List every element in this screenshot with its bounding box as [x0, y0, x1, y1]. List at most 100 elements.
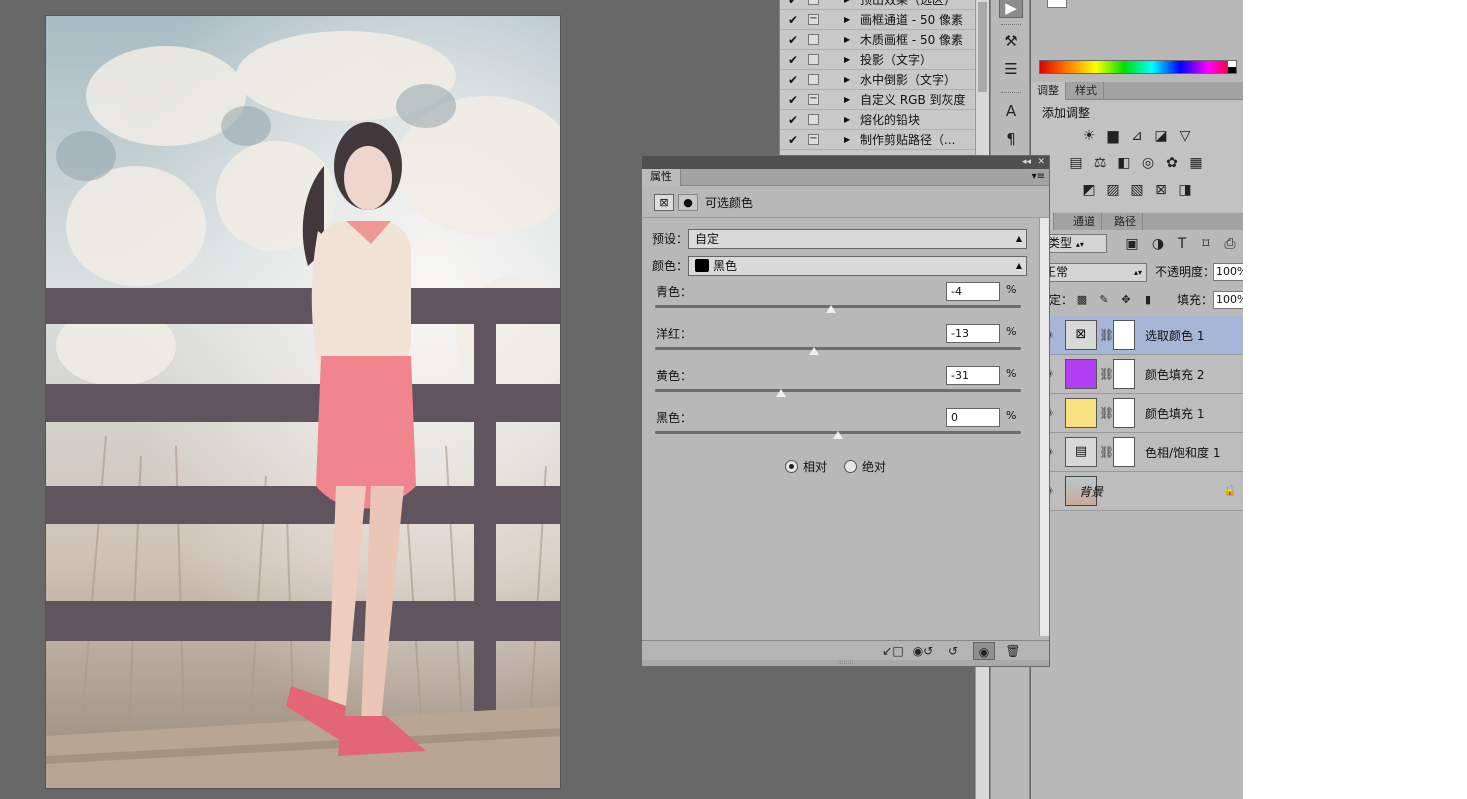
color-balance-icon[interactable]: ⚖ — [1091, 155, 1109, 171]
layer-row[interactable]: ◉⛓颜色填充 2 — [1031, 355, 1243, 394]
slider-value-input[interactable]: 0 — [946, 408, 1000, 427]
pixel-filter-icon[interactable]: ▣ — [1123, 236, 1141, 252]
layer-mask-thumbnail[interactable] — [1113, 320, 1135, 350]
color-lookup-icon[interactable]: ▦ — [1187, 155, 1205, 171]
action-item[interactable]: ✔ − ▶ 制作剪贴路径（... — [780, 130, 976, 150]
action-item[interactable]: ✔ ▶ 水中倒影（文字） — [780, 70, 976, 90]
radio-relative[interactable] — [785, 460, 798, 473]
layer-row[interactable]: ◉背景🔒 — [1031, 472, 1243, 511]
type-filter-icon[interactable]: T — [1173, 236, 1191, 252]
action-item[interactable]: ✔ ▶ 木质画框 - 50 像素 — [780, 30, 976, 50]
paragraph-icon[interactable]: ¶ — [999, 128, 1023, 150]
dialog-toggle-icon[interactable] — [808, 74, 819, 85]
channel-mixer-icon[interactable]: ✿ — [1163, 155, 1181, 171]
adjustments-sliders-icon[interactable]: ☰ — [999, 58, 1023, 80]
dialog-toggle-icon[interactable]: − — [808, 134, 819, 145]
shape-filter-icon[interactable]: ⌑ — [1197, 236, 1215, 252]
black-white-swatch[interactable] — [1228, 61, 1236, 73]
threshold-icon[interactable]: ▧ — [1128, 182, 1146, 198]
layer-filter-select[interactable]: 类型 ▴▾ — [1041, 234, 1107, 253]
curves-icon[interactable]: ⊿ — [1128, 128, 1146, 144]
layer-row[interactable]: ◉⛓颜色填充 1 — [1031, 394, 1243, 433]
layer-row[interactable]: ◉▤⛓色相/饱和度 1 — [1031, 433, 1243, 472]
exposure-icon[interactable]: ◪ — [1152, 128, 1170, 144]
dialog-toggle-icon[interactable]: − — [808, 0, 819, 5]
radio-absolute[interactable] — [844, 460, 857, 473]
brush-presets-icon[interactable]: ⚒ — [999, 30, 1023, 52]
link-icon[interactable]: ⛓ — [1099, 328, 1114, 342]
expand-triangle-icon[interactable]: ▶ — [844, 113, 850, 127]
color-spectrum-bar[interactable] — [1039, 60, 1237, 74]
absolute-option[interactable]: 绝对 — [844, 458, 886, 475]
selective-color-icon[interactable]: ⊠ — [654, 194, 674, 211]
expand-triangle-icon[interactable]: ▶ — [844, 53, 850, 67]
dialog-toggle-icon[interactable] — [808, 34, 819, 45]
slider-track[interactable] — [655, 347, 1021, 350]
check-icon[interactable]: ✔ — [788, 53, 800, 67]
dialog-toggle-icon[interactable] — [808, 54, 819, 65]
expand-triangle-icon[interactable]: ▶ — [844, 33, 850, 47]
expand-triangle-icon[interactable]: ▶ — [844, 0, 850, 7]
slider-thumb[interactable] — [776, 389, 787, 397]
close-icon[interactable]: ✕ — [1037, 156, 1045, 168]
clip-to-layer-icon[interactable]: ↙□ — [882, 642, 904, 660]
vibrance-icon[interactable]: ▽ — [1176, 128, 1194, 144]
collapse-icon[interactable]: ◂◂ — [1022, 156, 1031, 168]
action-item[interactable]: ✔ ▶ 熔化的铅块 — [780, 110, 976, 130]
brightness-contrast-icon[interactable]: ☀ — [1080, 128, 1098, 144]
action-item[interactable]: ✔ − ▶ 顶出效果（选区） — [780, 0, 976, 10]
action-item[interactable]: ✔ ▶ 投影（文字） — [780, 50, 976, 70]
check-icon[interactable]: ✔ — [788, 93, 800, 107]
slider-thumb[interactable] — [825, 305, 836, 313]
slider-value-input[interactable]: -13 — [946, 324, 1000, 343]
posterize-icon[interactable]: ▨ — [1104, 182, 1122, 198]
slider-thumb[interactable] — [833, 431, 843, 439]
colors-select[interactable]: 黑色 ▲ — [688, 256, 1027, 276]
dialog-toggle-icon[interactable]: − — [808, 94, 819, 105]
panel-header[interactable]: ◂◂ ✕ — [642, 156, 1049, 169]
dialog-toggle-icon[interactable] — [808, 114, 819, 125]
check-icon[interactable]: ✔ — [788, 0, 800, 7]
slider-thumb[interactable] — [809, 347, 820, 355]
check-icon[interactable]: ✔ — [788, 73, 800, 87]
preset-select[interactable]: 自定 ▲ — [688, 229, 1027, 249]
adjustment-filter-icon[interactable]: ◑ — [1149, 236, 1167, 252]
reset-icon[interactable]: ↺ — [942, 642, 964, 660]
levels-icon[interactable]: ▆ — [1104, 128, 1122, 144]
visibility-icon[interactable]: ◉ — [973, 642, 995, 660]
slider-track[interactable] — [655, 389, 1021, 392]
selective-color-icon[interactable]: ⊠ — [1152, 182, 1170, 198]
expand-triangle-icon[interactable]: ▶ — [844, 93, 850, 107]
photo-filter-icon[interactable]: ◎ — [1139, 155, 1157, 171]
lock-image-icon[interactable]: ✎ — [1095, 292, 1113, 308]
check-icon[interactable]: ✔ — [788, 133, 800, 147]
delete-icon[interactable]: 🗑 — [1002, 642, 1024, 660]
check-icon[interactable]: ✔ — [788, 33, 800, 47]
link-icon[interactable]: ⛓ — [1099, 445, 1114, 459]
dialog-toggle-icon[interactable]: − — [808, 14, 819, 25]
color-swatch[interactable] — [1047, 0, 1067, 8]
lock-position-icon[interactable]: ✥ — [1117, 292, 1135, 308]
lock-transparent-icon[interactable]: ▩ — [1073, 292, 1091, 308]
expand-triangle-icon[interactable]: ▶ — [844, 133, 850, 147]
lock-all-icon[interactable]: ▮ — [1139, 292, 1157, 308]
slider-value-input[interactable]: -31 — [946, 366, 1000, 385]
tab-channels[interactable]: 通道 — [1067, 213, 1102, 231]
hue-saturation-icon[interactable]: ▤ — [1067, 155, 1085, 171]
character-icon[interactable]: A — [999, 100, 1023, 122]
link-icon[interactable]: ⛓ — [1099, 367, 1114, 381]
layer-mask-thumbnail[interactable] — [1113, 359, 1135, 389]
action-item[interactable]: ✔ − ▶ 自定义 RGB 到灰度 — [780, 90, 976, 110]
layer-row[interactable]: ◉⊠⛓选取颜色 1 — [1031, 316, 1243, 355]
tab-paths[interactable]: 路径 — [1108, 213, 1143, 231]
fill-input[interactable]: 100% — [1213, 291, 1243, 309]
invert-icon[interactable]: ◩ — [1080, 182, 1098, 198]
tab-adjustments[interactable]: 调整 — [1031, 82, 1066, 100]
blend-mode-select[interactable]: 正常 ▴▾ — [1037, 263, 1147, 282]
action-item[interactable]: ✔ − ▶ 画框通道 - 50 像素 — [780, 10, 976, 30]
tab-styles[interactable]: 样式 — [1069, 82, 1104, 100]
document-canvas-photo[interactable] — [45, 15, 561, 789]
properties-scrollbar[interactable] — [1039, 218, 1049, 636]
relative-option[interactable]: 相对 — [785, 458, 827, 475]
layer-mask-thumbnail[interactable] — [1113, 437, 1135, 467]
